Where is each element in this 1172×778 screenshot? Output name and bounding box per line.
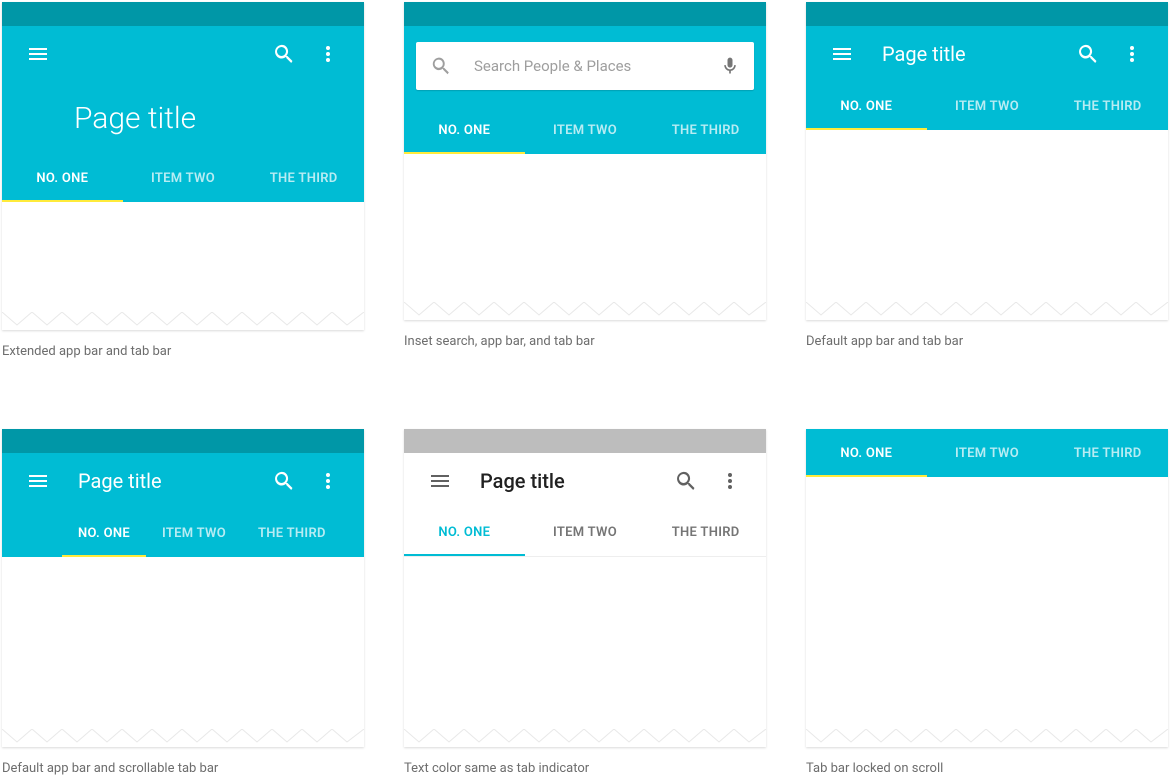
tab-bar: NO. ONE ITEM TWO THE THIRD [806,429,1168,477]
tab-bar: NO. ONE ITEM TWO THE THIRD [404,509,766,557]
content-area [2,557,364,729]
search-wrap: Search People & Places [404,26,766,106]
page-title: Page title [78,469,264,493]
status-bar [404,2,766,26]
tab-two[interactable]: ITEM TWO [123,154,244,202]
more-icon[interactable] [308,34,348,74]
tab-one[interactable]: NO. ONE [404,106,525,154]
caption: Text color same as tab indicator [404,761,766,776]
card-inset-search: Search People & Places NO. ONE ITEM TWO … [404,2,766,320]
tab-one[interactable]: NO. ONE [806,82,927,130]
card-scrollable-tabs: Page title NO. ONE ITEM TWO THE THIRD [2,429,364,747]
tab-bar: NO. ONE ITEM TWO THE THIRD [2,154,364,202]
tab-two[interactable]: ITEM TWO [927,429,1048,477]
content-area [2,202,364,312]
status-bar [2,429,364,453]
search-icon[interactable] [264,461,304,501]
content-area [806,477,1168,729]
tab-three[interactable]: THE THIRD [645,509,766,556]
search-placeholder: Search People & Places [474,57,720,75]
search-icon[interactable] [264,34,304,74]
caption: Tab bar locked on scroll [806,761,1168,776]
search-icon[interactable] [666,461,706,501]
caption: Default app bar and scrollable tab bar [2,761,364,776]
page-title: Page title [882,42,1068,66]
tab-one[interactable]: NO. ONE [806,429,927,477]
tab-three[interactable]: THE THIRD [242,509,342,557]
tab-three[interactable]: THE THIRD [1047,82,1168,130]
page-title: Page title [2,82,364,154]
card-extended-appbar: Page title NO. ONE ITEM TWO THE THIRD [2,2,364,330]
torn-edge [404,302,766,320]
tab-bar: NO. ONE ITEM TWO THE THIRD [404,106,766,154]
more-icon[interactable] [1112,34,1152,74]
status-bar [806,2,1168,26]
menu-icon[interactable] [18,461,58,501]
search-icon [430,55,452,77]
app-bar: Page title [806,26,1168,82]
torn-edge [2,729,364,747]
card-default-appbar: Page title NO. ONE ITEM TWO THE THIRD [806,2,1168,320]
torn-edge [2,312,364,330]
tab-two[interactable]: ITEM TWO [927,82,1048,130]
tab-three[interactable]: THE THIRD [645,106,766,154]
tab-three[interactable]: THE THIRD [243,154,364,202]
tab-one[interactable]: NO. ONE [62,509,146,557]
tab-bar: NO. ONE ITEM TWO THE THIRD [806,82,1168,130]
tab-three[interactable]: THE THIRD [1047,429,1168,477]
tab-two[interactable]: ITEM TWO [525,106,646,154]
torn-edge [404,729,766,747]
tab-bar-scrollable[interactable]: NO. ONE ITEM TWO THE THIRD [2,509,364,557]
caption: Extended app bar and tab bar [2,344,364,359]
card-locked-tabs: NO. ONE ITEM TWO THE THIRD [806,429,1168,747]
app-bar: Page title [404,453,766,509]
tab-two[interactable]: ITEM TWO [146,509,242,557]
torn-edge [806,302,1168,320]
content-area [404,557,766,729]
menu-icon[interactable] [420,461,460,501]
tab-two[interactable]: ITEM TWO [525,509,646,556]
more-icon[interactable] [710,461,750,501]
page-title: Page title [480,469,666,493]
app-bar: Page title [2,453,364,509]
content-area [806,130,1168,302]
menu-icon[interactable] [18,34,58,74]
status-bar [404,429,766,453]
caption: Default app bar and tab bar [806,334,1168,349]
app-bar [2,26,364,82]
tab-one[interactable]: NO. ONE [404,509,525,556]
search-icon[interactable] [1068,34,1108,74]
search-input[interactable]: Search People & Places [416,42,754,90]
tab-one[interactable]: NO. ONE [2,154,123,202]
status-bar [2,2,364,26]
mic-icon[interactable] [720,56,740,76]
more-icon[interactable] [308,461,348,501]
torn-edge [806,729,1168,747]
caption: Inset search, app bar, and tab bar [404,334,766,349]
menu-icon[interactable] [822,34,862,74]
content-area [404,154,766,302]
card-light-tabs: Page title NO. ONE ITEM TWO THE THIRD [404,429,766,747]
